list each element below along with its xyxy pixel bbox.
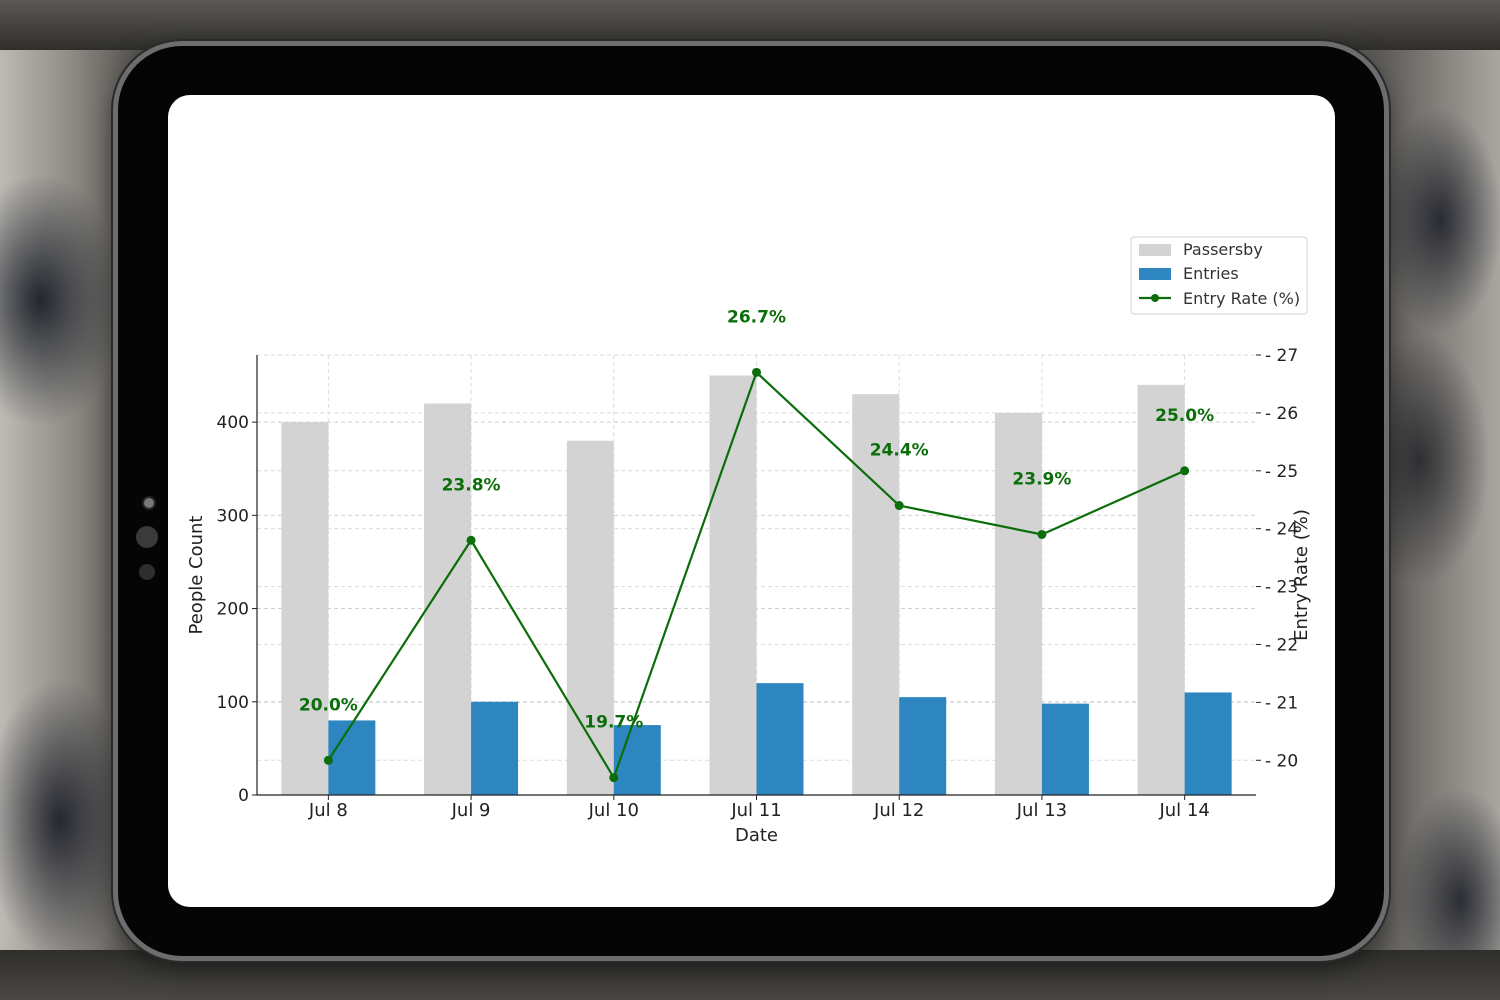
y-tick-label: 0: [238, 786, 249, 806]
tablet-screen: 0 100 200 300 400- 20- 21- 22- 23- 24- 25- 2…: [168, 95, 1335, 907]
chart-bars: [281, 375, 1232, 795]
entry-rate-point: [752, 367, 761, 377]
bar-passersby: [281, 422, 329, 795]
entry-rate-point: [1180, 466, 1190, 476]
bar-entries: [756, 683, 804, 795]
bar-entries: [899, 697, 947, 795]
y2-tick-label: - 21: [1265, 693, 1298, 713]
side-button: [136, 526, 158, 548]
x-tick-label: Jul 10: [588, 800, 639, 821]
bar-entries: [1184, 692, 1232, 795]
legend-swatch-marker: [1151, 294, 1159, 302]
background-top: [0, 0, 1500, 50]
x-tick-label: Jul 14: [1158, 800, 1209, 821]
bar-passersby: [1137, 384, 1185, 795]
legend-label: Entry Rate (%): [1183, 289, 1300, 308]
bar-entries: [1041, 703, 1089, 795]
y-tick-label: 100: [217, 693, 249, 713]
data-label: 20.0%: [299, 695, 358, 715]
x-tick-label: Jul 12: [873, 800, 924, 821]
chart-legend: Passersby Entries Entry Rate (%): [1130, 236, 1308, 315]
data-label: 24.4%: [870, 441, 929, 461]
data-label: 23.8%: [442, 475, 501, 495]
legend-label: Passersby: [1183, 240, 1263, 259]
x-tick-label: Jul 9: [451, 800, 491, 821]
entry-rate-point: [466, 535, 476, 545]
combo-chart: 0100200300400- 20- 21- 22- 23- 24- 25- 2…: [186, 236, 1312, 846]
entry-rate-point: [609, 773, 619, 783]
data-label: 19.7%: [584, 713, 643, 733]
entry-rate-point: [323, 755, 333, 765]
x-tick-label: Jul 11: [730, 800, 781, 821]
legend-label: Entries: [1183, 264, 1239, 283]
y-tick-label: 400: [217, 413, 249, 433]
y2-tick-label: - 26: [1265, 404, 1298, 424]
bar-passersby: [424, 403, 472, 795]
entry-rate-point: [1037, 529, 1047, 539]
bar-entries: [328, 720, 376, 795]
entry-rate-point: [894, 501, 904, 511]
y-axis-title: People Count: [186, 516, 207, 635]
y-tick-label: 300: [217, 506, 249, 526]
x-axis-title: Date: [735, 825, 778, 846]
x-tick-label: Jul 13: [1016, 800, 1067, 821]
y-tick-label: 200: [217, 600, 249, 620]
y2-tick-label: - 25: [1265, 462, 1298, 482]
data-label: 25.0%: [1155, 406, 1214, 426]
bar-passersby: [566, 440, 614, 795]
bar-entries: [471, 701, 519, 795]
data-label: 23.9%: [1012, 469, 1071, 489]
background-bottom: [0, 950, 1500, 1000]
y2-tick-label: - 27: [1265, 346, 1298, 366]
legend-swatch-entries: [1139, 268, 1171, 280]
x-tick-label: Jul 8: [308, 800, 348, 821]
y2-axis-title: Entry Rate (%): [1291, 509, 1312, 641]
data-label: 26.7%: [727, 307, 786, 327]
tablet-device: 0 100 200 300 400- 20- 21- 22- 23- 24- 25- 2…: [118, 46, 1384, 956]
camera-icon: [142, 496, 156, 510]
y2-tick-label: - 20: [1265, 751, 1298, 771]
side-button-small: [139, 564, 155, 580]
legend-swatch-passersby: [1139, 244, 1171, 256]
